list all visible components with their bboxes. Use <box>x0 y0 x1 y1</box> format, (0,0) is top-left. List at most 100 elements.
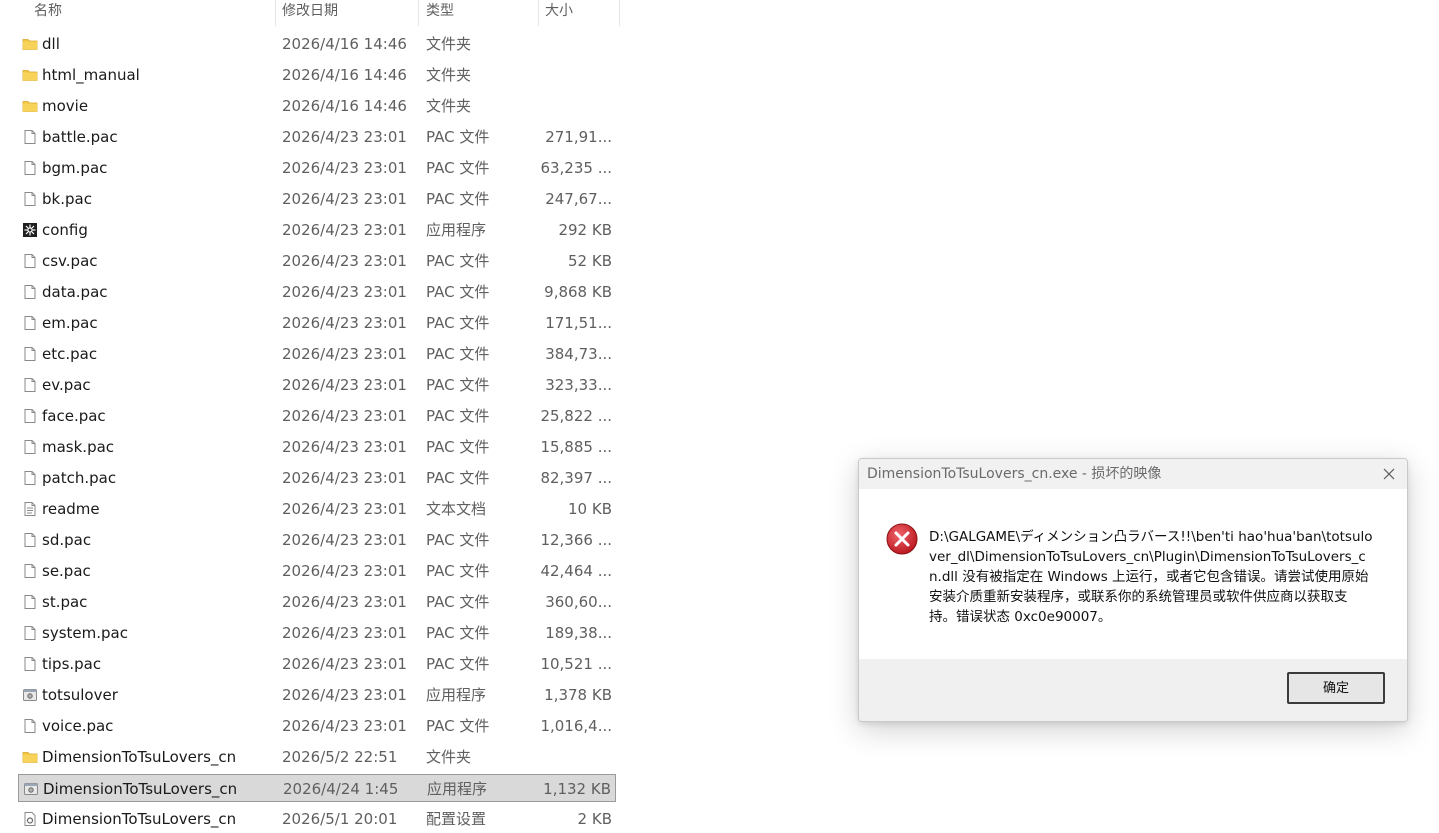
file-row[interactable]: movie 2026/4/16 14:46 文件夹 <box>18 92 616 120</box>
file-row[interactable]: sd.pac 2026/4/23 23:01 PAC 文件 12,366 ... <box>18 526 616 554</box>
file-row[interactable]: system.pac 2026/4/23 23:01 PAC 文件 189,38... <box>18 619 616 647</box>
file-row[interactable]: dll 2026/4/16 14:46 文件夹 <box>18 30 616 58</box>
file-size: 82,397 ... <box>540 469 612 487</box>
config-app-icon <box>22 222 38 238</box>
column-separator[interactable] <box>538 0 539 26</box>
file-date: 2026/4/23 23:01 <box>282 128 407 146</box>
file-size: 292 KB <box>558 221 612 239</box>
file-row[interactable]: DimensionToTsuLovers_cn 2026/4/24 1:45 应用程… <box>18 774 616 802</box>
file-date: 2026/4/23 23:01 <box>282 407 407 425</box>
file-date: 2026/4/23 23:01 <box>282 345 407 363</box>
file-icon <box>22 129 38 145</box>
file-row[interactable]: em.pac 2026/4/23 23:01 PAC 文件 171,51... <box>18 309 616 337</box>
file-name: face.pac <box>42 407 106 425</box>
file-row[interactable]: DimensionToTsuLovers_cn 2026/5/2 22:51 文件夹 <box>18 743 616 771</box>
column-size-header[interactable]: 大小 <box>545 0 573 26</box>
folder-icon <box>22 749 38 765</box>
file-icon <box>22 532 38 548</box>
file-row[interactable]: csv.pac 2026/4/23 23:01 PAC 文件 52 KB <box>18 247 616 275</box>
file-date: 2026/4/23 23:01 <box>282 531 407 549</box>
column-date-header[interactable]: 修改日期 <box>282 0 338 26</box>
file-name: readme <box>42 500 100 518</box>
file-row[interactable]: patch.pac 2026/4/23 23:01 PAC 文件 82,397 ... <box>18 464 616 492</box>
file-type: PAC 文件 <box>426 190 490 208</box>
file-type: PAC 文件 <box>426 655 490 673</box>
file-row[interactable]: totsulover 2026/4/23 23:01 应用程序 1,378 KB <box>18 681 616 709</box>
file-row[interactable]: face.pac 2026/4/23 23:01 PAC 文件 25,822 ... <box>18 402 616 430</box>
file-row[interactable]: st.pac 2026/4/23 23:01 PAC 文件 360,60... <box>18 588 616 616</box>
column-type-header[interactable]: 类型 <box>426 0 454 26</box>
file-size: 25,822 ... <box>540 407 612 425</box>
file-name: html_manual <box>42 66 140 84</box>
file-name: dll <box>42 35 60 53</box>
column-name-header[interactable]: 名称 <box>34 0 62 26</box>
file-row[interactable]: se.pac 2026/4/23 23:01 PAC 文件 42,464 ... <box>18 557 616 585</box>
file-icon <box>22 191 38 207</box>
file-type: PAC 文件 <box>426 469 490 487</box>
file-icon <box>22 625 38 641</box>
file-type: 文件夹 <box>426 97 472 115</box>
file-row[interactable]: data.pac 2026/4/23 23:01 PAC 文件 9,868 KB <box>18 278 616 306</box>
file-row[interactable]: readme 2026/4/23 23:01 文本文档 10 KB <box>18 495 616 523</box>
file-row[interactable]: html_manual 2026/4/16 14:46 文件夹 <box>18 61 616 89</box>
file-icon <box>22 656 38 672</box>
file-type: 应用程序 <box>427 780 488 798</box>
file-size: 1,132 KB <box>543 780 611 798</box>
file-type: PAC 文件 <box>426 593 490 611</box>
file-icon <box>22 160 38 176</box>
file-date: 2026/4/23 23:01 <box>282 717 407 735</box>
file-date: 2026/4/23 23:01 <box>282 438 407 456</box>
file-size: 9,868 KB <box>544 283 612 301</box>
file-date: 2026/4/23 23:01 <box>282 686 407 704</box>
file-size: 15,885 ... <box>540 438 612 456</box>
column-separator[interactable] <box>619 0 620 26</box>
dialog-title: DimensionToTsuLovers_cn.exe - 损坏的映像 <box>867 466 1162 482</box>
file-name: system.pac <box>42 624 128 642</box>
file-type: 文本文档 <box>426 500 487 518</box>
file-type: PAC 文件 <box>426 407 490 425</box>
file-date: 2026/4/23 23:01 <box>282 469 407 487</box>
file-size: 52 KB <box>568 252 612 270</box>
file-name: csv.pac <box>42 252 98 270</box>
file-type: 配置设置 <box>426 810 487 828</box>
file-date: 2026/4/23 23:01 <box>282 221 407 239</box>
file-type: PAC 文件 <box>426 314 490 332</box>
file-size: 271,91... <box>545 128 612 146</box>
file-icon <box>22 408 38 424</box>
file-type: PAC 文件 <box>426 562 490 580</box>
file-row[interactable]: ev.pac 2026/4/23 23:01 PAC 文件 323,33... <box>18 371 616 399</box>
file-icon <box>22 377 38 393</box>
file-name: em.pac <box>42 314 98 332</box>
file-row[interactable]: tips.pac 2026/4/23 23:01 PAC 文件 10,521 ... <box>18 650 616 678</box>
column-separator[interactable] <box>275 0 276 26</box>
file-row[interactable]: DimensionToTsuLovers_cn 2026/5/1 20:01 配置设… <box>18 805 616 833</box>
file-name: mask.pac <box>42 438 115 456</box>
file-name: movie <box>42 97 89 115</box>
close-icon[interactable] <box>1379 464 1399 484</box>
file-date: 2026/4/23 23:01 <box>282 624 407 642</box>
folder-icon <box>22 67 38 83</box>
file-row[interactable]: config 2026/4/23 23:01 应用程序 292 KB <box>18 216 616 244</box>
column-separator[interactable] <box>418 0 419 26</box>
file-date: 2026/4/23 23:01 <box>282 252 407 270</box>
file-row[interactable]: bk.pac 2026/4/23 23:01 PAC 文件 247,67... <box>18 185 616 213</box>
file-row[interactable]: battle.pac 2026/4/23 23:01 PAC 文件 271,91... <box>18 123 616 151</box>
file-row[interactable]: etc.pac 2026/4/23 23:01 PAC 文件 384,73... <box>18 340 616 368</box>
app-icon <box>22 687 38 703</box>
file-size: 42,464 ... <box>540 562 612 580</box>
file-row[interactable]: bgm.pac 2026/4/23 23:01 PAC 文件 63,235 ... <box>18 154 616 182</box>
ok-button[interactable]: 确定 <box>1287 672 1385 704</box>
file-size: 171,51... <box>545 314 612 332</box>
file-size: 189,38... <box>545 624 612 642</box>
file-name: st.pac <box>42 593 88 611</box>
file-date: 2026/4/16 14:46 <box>282 97 407 115</box>
file-row[interactable]: mask.pac 2026/4/23 23:01 PAC 文件 15,885 ... <box>18 433 616 461</box>
column-header: 名称 修改日期 类型 大小 <box>0 0 620 26</box>
folder-icon <box>22 98 38 114</box>
file-date: 2026/4/23 23:01 <box>282 159 407 177</box>
file-icon <box>22 439 38 455</box>
app-icon <box>23 781 39 797</box>
dialog-titlebar[interactable]: DimensionToTsuLovers_cn.exe - 损坏的映像 <box>859 459 1407 489</box>
file-date: 2026/4/23 23:01 <box>282 283 407 301</box>
file-row[interactable]: voice.pac 2026/4/23 23:01 PAC 文件 1,016,4... <box>18 712 616 740</box>
